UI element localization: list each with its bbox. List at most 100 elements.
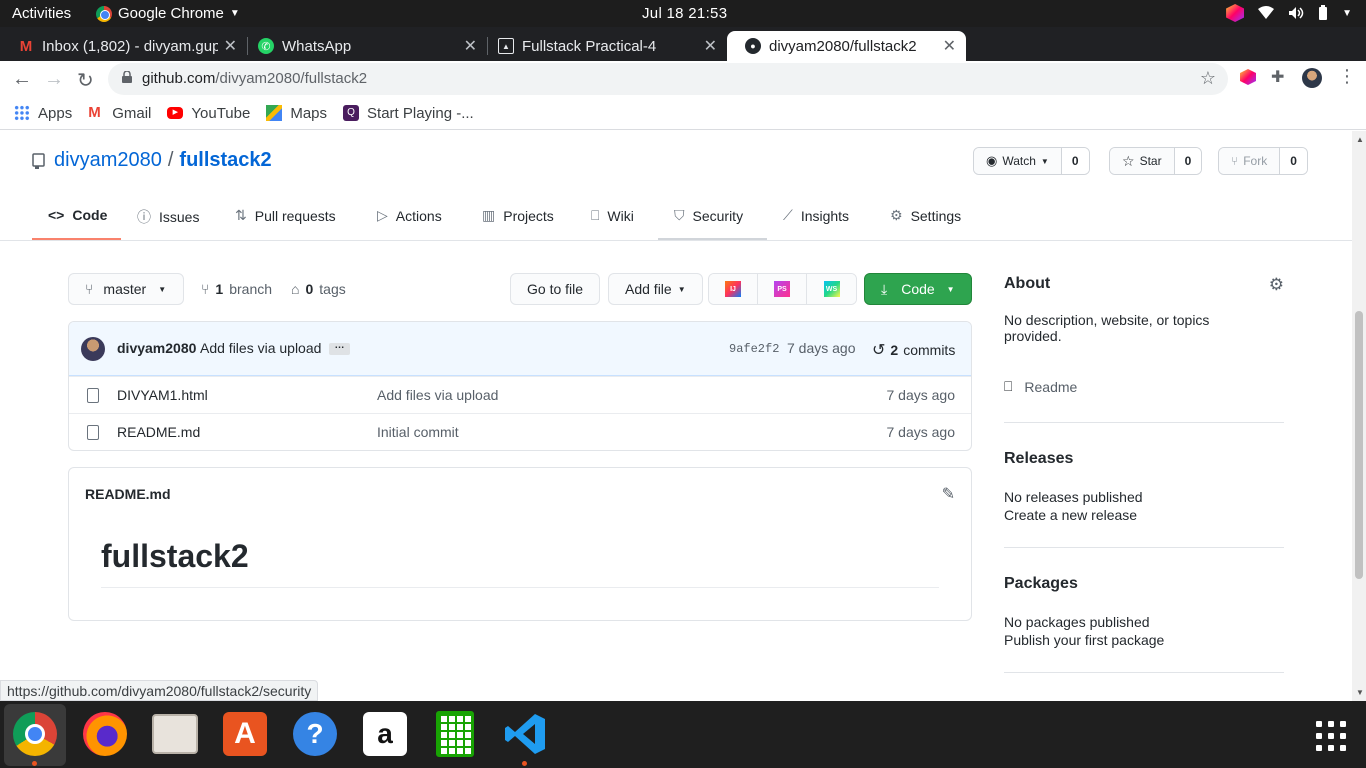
commit-message-link[interactable]: Add files via upload	[200, 340, 321, 356]
go-to-file-button[interactable]: Go to file	[510, 273, 601, 305]
publish-package-link[interactable]: Publish your first package	[1004, 632, 1284, 648]
volume-icon[interactable]	[1288, 6, 1304, 20]
jetbrains-extension-icon[interactable]	[1240, 69, 1256, 88]
clock[interactable]: Jul 18 21:53	[642, 5, 727, 22]
fork-count[interactable]: 0	[1280, 148, 1307, 174]
tab-wiki[interactable]: ⎕ Wiki	[591, 207, 634, 224]
commit-expand-button[interactable]: …	[329, 341, 350, 355]
tab-pull-requests[interactable]: ⇅ Pull requests	[235, 207, 336, 224]
tab-security[interactable]: ⛉ Security	[674, 207, 743, 224]
system-tray[interactable]: ▼	[1226, 4, 1352, 22]
tab-settings[interactable]: ⚙ Settings	[890, 207, 961, 224]
close-icon[interactable]: ✕	[943, 36, 956, 56]
tab-gmail[interactable]: M Inbox (1,802) - divyam.gup ✕	[0, 31, 247, 61]
tags-link[interactable]: ⌂ 0 tags	[291, 281, 346, 297]
chevron-down-icon: ▼	[158, 284, 167, 294]
menu-kebab-icon[interactable]: ⋮	[1338, 66, 1356, 87]
tab-code[interactable]: <> Code	[48, 207, 107, 223]
power-menu-icon[interactable]: ▼	[1342, 8, 1352, 19]
commit-author-link[interactable]: divyam2080	[117, 340, 196, 356]
tab-label: Wiki	[607, 207, 634, 224]
watch-count[interactable]: 0	[1061, 148, 1089, 174]
readme-title-link[interactable]: README.md	[85, 486, 171, 502]
dock-chrome[interactable]	[10, 709, 60, 766]
watch-label: Watch	[1002, 154, 1036, 168]
tab-actions[interactable]: ▷ Actions	[377, 207, 442, 224]
jetbrains-toolbox-icon[interactable]	[1226, 4, 1245, 22]
bookmark-maps[interactable]: Maps	[266, 105, 327, 122]
packages-heading[interactable]: Packages	[1004, 575, 1284, 593]
webstorm-button[interactable]: WS	[807, 274, 856, 304]
dock-help[interactable]: ?	[290, 709, 340, 759]
file-commit-message-link[interactable]: Initial commit	[377, 424, 459, 440]
dock-software[interactable]: A	[220, 709, 270, 759]
bookmark-star-icon[interactable]: ☆	[1200, 68, 1216, 89]
gear-icon[interactable]: ⚙	[1269, 275, 1284, 295]
page-scrollbar[interactable]: ▲ ▼	[1352, 131, 1366, 701]
tab-projects[interactable]: ▥ Projects	[482, 207, 554, 224]
tag-word: tags	[319, 281, 346, 297]
file-name-link[interactable]: README.md	[117, 424, 200, 440]
tab-issues[interactable]: ⓘ Issues	[137, 207, 199, 227]
help-icon: ?	[293, 712, 337, 756]
repo-name-link[interactable]: fullstack2	[179, 149, 271, 172]
edit-pencil-icon[interactable]: ✎	[942, 484, 955, 504]
intellij-button[interactable]: IJ	[709, 274, 758, 304]
dock-firefox[interactable]	[80, 709, 130, 759]
create-release-link[interactable]: Create a new release	[1004, 507, 1284, 523]
battery-icon[interactable]	[1318, 5, 1328, 21]
fork-button[interactable]: ⑂ Fork	[1219, 148, 1281, 174]
commits-link[interactable]: ↺ 2 commits	[872, 340, 955, 360]
bookmark-start-playing[interactable]: Q Start Playing -...	[343, 105, 474, 122]
star-count[interactable]: 0	[1174, 148, 1202, 174]
app-menu[interactable]: Google Chrome ▼	[96, 5, 240, 22]
tab-title: Fullstack Practical-4	[522, 37, 657, 55]
readme-sidebar-link[interactable]: ⎕ Readme	[1004, 378, 1284, 395]
phpstorm-button[interactable]: PS	[758, 274, 807, 304]
code-download-button[interactable]: ⤓ Code ▼	[864, 273, 972, 305]
close-icon[interactable]: ✕	[224, 36, 237, 56]
tab-whatsapp[interactable]: ✆ WhatsApp ✕	[240, 31, 487, 61]
releases-heading[interactable]: Releases	[1004, 450, 1284, 468]
show-applications-grid-icon[interactable]	[1316, 721, 1346, 751]
tab-label: Actions	[395, 207, 442, 224]
profile-avatar[interactable]	[1302, 68, 1322, 88]
dock-amazon[interactable]: a	[360, 709, 410, 759]
commit-sha-link[interactable]: 9afe2f2	[729, 342, 779, 356]
branches-link[interactable]: ⑂ 1 branch	[201, 281, 272, 297]
wifi-icon[interactable]	[1258, 6, 1275, 20]
download-icon: ⤓	[881, 280, 888, 297]
tab-insights[interactable]: ⟋ Insights	[783, 207, 849, 224]
url-text: github.com/divyam2080/fullstack2	[142, 70, 367, 87]
close-icon[interactable]: ✕	[704, 36, 717, 56]
repo-icon	[32, 152, 45, 169]
address-bar[interactable]: github.com/divyam2080/fullstack2 ☆	[108, 63, 1228, 95]
star-button[interactable]: ☆ Star	[1110, 148, 1175, 174]
bookmark-apps[interactable]: Apps	[14, 105, 72, 122]
repo-owner-link[interactable]: divyam2080	[54, 149, 162, 172]
forward-icon[interactable]: →	[44, 68, 64, 91]
file-name-link[interactable]: DIVYAM1.html	[117, 387, 208, 403]
dock-libreoffice-calc[interactable]	[430, 709, 480, 759]
tab-fullstack-practical[interactable]: ▲ Fullstack Practical-4 ✕	[480, 31, 727, 61]
extensions-puzzle-icon[interactable]: ✚	[1271, 67, 1284, 87]
scrollbar-thumb[interactable]	[1355, 311, 1363, 579]
url-host: github.com	[142, 70, 216, 87]
dock-files[interactable]	[150, 709, 200, 759]
branch-select-button[interactable]: ⑂ master ▼	[68, 273, 184, 305]
tab-github-repo[interactable]: ● divyam2080/fullstack2 ✕	[727, 31, 966, 61]
scroll-up-icon[interactable]: ▲	[1356, 135, 1364, 144]
avatar[interactable]	[81, 337, 105, 361]
scroll-down-icon[interactable]: ▼	[1356, 688, 1364, 697]
add-file-button[interactable]: Add file ▼	[608, 273, 703, 305]
activities-button[interactable]: Activities	[12, 5, 71, 22]
lock-icon[interactable]	[122, 71, 132, 83]
dock-vscode[interactable]	[500, 709, 550, 766]
close-icon[interactable]: ✕	[464, 36, 477, 56]
back-icon[interactable]: ←	[12, 68, 32, 91]
watch-button[interactable]: ◉ Watch ▼	[974, 148, 1062, 174]
bookmark-gmail[interactable]: M Gmail	[88, 105, 151, 122]
reload-icon[interactable]: ↻	[77, 68, 94, 93]
bookmark-youtube[interactable]: ▶ YouTube	[167, 105, 250, 122]
file-commit-message-link[interactable]: Add files via upload	[377, 387, 498, 403]
